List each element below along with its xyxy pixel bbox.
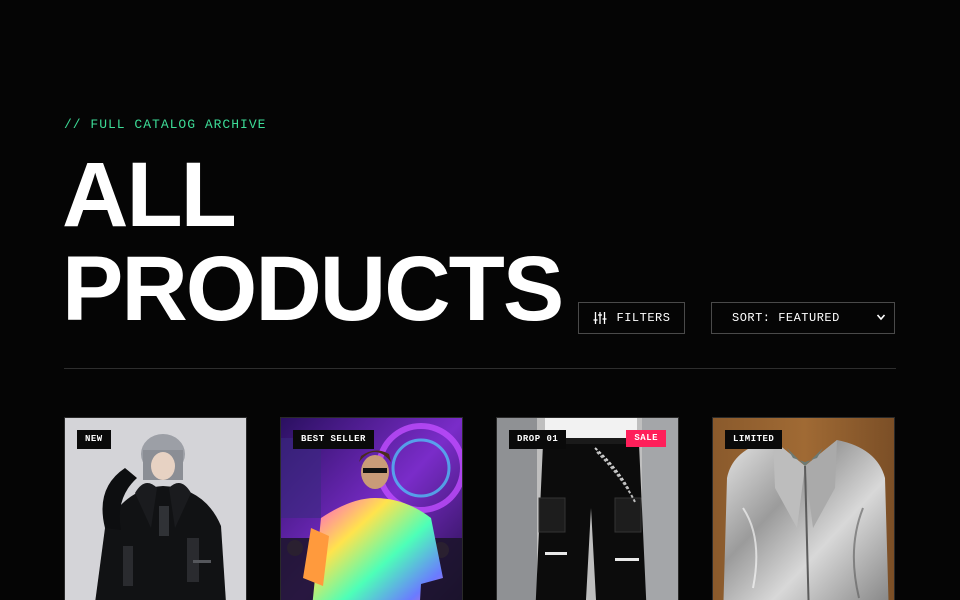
sort-select[interactable]: SORT: FEATURED: [711, 302, 895, 334]
sort-value: SORT: FEATURED: [732, 311, 840, 325]
sliders-icon: [593, 311, 607, 325]
product-badge: BEST SELLER: [293, 430, 374, 449]
sale-badge: SALE: [626, 430, 666, 447]
filters-button[interactable]: FILTERS: [578, 302, 685, 334]
product-card-2[interactable]: BEST SELLER: [280, 417, 463, 600]
page-title: ALL PRODUCTS: [62, 144, 564, 340]
filters-label: FILTERS: [616, 311, 671, 325]
header-divider: [64, 368, 896, 369]
chevron-down-icon: [876, 309, 886, 327]
product-badge: DROP 01: [509, 430, 567, 449]
product-badge: LIMITED: [725, 430, 783, 449]
product-card-3[interactable]: DROP 01 SALE: [496, 417, 679, 600]
product-card-4[interactable]: LIMITED: [712, 417, 895, 600]
page-title-line-2: PRODUCTS: [62, 238, 564, 340]
catalog-page: // FULL CATALOG ARCHIVE ALL PRODUCTS FIL…: [0, 0, 960, 600]
product-card-1[interactable]: NEW: [64, 417, 247, 600]
page-title-line-1: ALL: [62, 144, 237, 246]
product-badge: NEW: [77, 430, 111, 449]
catalog-eyebrow: // FULL CATALOG ARCHIVE: [64, 117, 267, 132]
